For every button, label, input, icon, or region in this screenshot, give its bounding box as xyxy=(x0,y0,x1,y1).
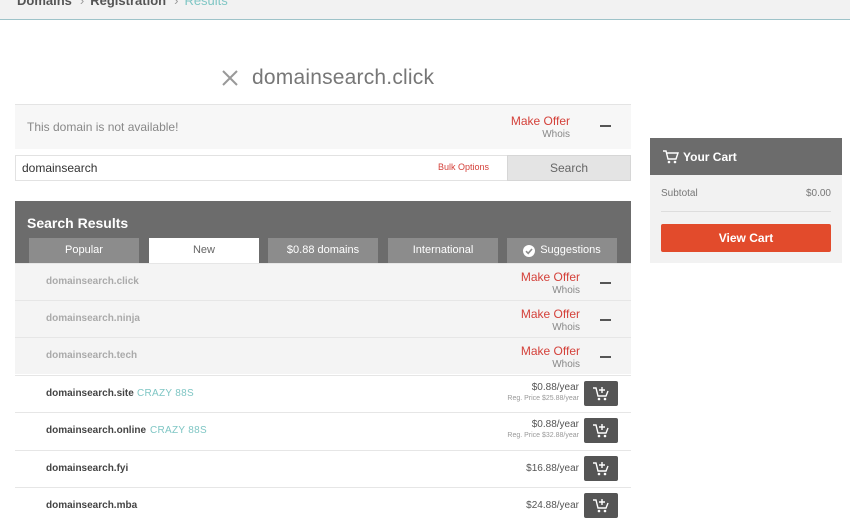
search-heading: domainsearch.click xyxy=(220,64,434,92)
add-to-cart-button[interactable] xyxy=(584,493,618,518)
offer-box: Make Offer Whois xyxy=(521,270,580,296)
collapse-icon[interactable] xyxy=(600,356,611,358)
cart-header: Your Cart xyxy=(650,138,842,175)
results-header: Search Results Popular New $0.88 domains… xyxy=(15,201,631,263)
domain-name: domainsearch.click xyxy=(46,276,139,287)
domain-name: domainsearch.online xyxy=(46,425,147,436)
availability-message: This domain is not available! xyxy=(27,120,179,134)
bulk-options-link[interactable]: Bulk Options xyxy=(438,162,489,172)
price-box: $0.88/year Reg. Price $32.88/year xyxy=(507,419,579,439)
close-icon[interactable] xyxy=(220,68,240,88)
collapse-icon[interactable] xyxy=(600,282,611,284)
price-box: $0.88/year Reg. Price $25.88/year xyxy=(507,382,579,402)
price: $16.88/year xyxy=(526,463,579,474)
domain-name: domainsearch.fyi xyxy=(46,463,129,474)
tab-label: Popular xyxy=(65,244,103,256)
collapse-icon[interactable] xyxy=(600,125,611,127)
search-input[interactable] xyxy=(16,156,436,180)
results-title: Search Results xyxy=(27,215,129,231)
cart-icon xyxy=(663,150,679,164)
result-row: domainsearch.site CRAZY 88S $0.88/year R… xyxy=(15,375,631,412)
breadcrumb-separator: › xyxy=(79,0,85,8)
whois-link[interactable]: Whois xyxy=(521,285,580,296)
make-offer-link[interactable]: Make Offer xyxy=(521,270,580,284)
result-row: domainsearch.mba $24.88/year xyxy=(15,487,631,524)
top-bar: Domains › Registration › Results xyxy=(0,0,850,20)
collapse-icon[interactable] xyxy=(600,319,611,321)
tab-new[interactable]: New xyxy=(149,238,259,263)
search-results-panel: Search Results Popular New $0.88 domains… xyxy=(15,201,631,519)
domain-name: domainsearch.site xyxy=(46,388,134,399)
add-to-cart-button[interactable] xyxy=(584,418,618,443)
domain-name: domainsearch.mba xyxy=(46,500,138,511)
result-row: domainsearch.fyi $16.88/year xyxy=(15,450,631,487)
price: $0.88/year xyxy=(531,419,579,430)
tab-label: $0.88 domains xyxy=(286,244,360,256)
breadcrumb: Domains › Registration › Results xyxy=(17,0,228,8)
tab-label: New xyxy=(192,244,215,256)
promo-tag: CRAZY 88S xyxy=(137,388,194,399)
offer-box: Make Offer Whois xyxy=(521,344,580,370)
make-offer-link[interactable]: Make Offer xyxy=(521,307,580,321)
result-row: domainsearch.online CRAZY 88S $0.88/year… xyxy=(15,412,631,449)
whois-link[interactable]: Whois xyxy=(521,322,580,333)
tab-popular[interactable]: Popular xyxy=(29,238,139,263)
add-to-cart-icon xyxy=(593,461,609,475)
tab-label: International xyxy=(412,244,474,256)
make-offer-link[interactable]: Make Offer xyxy=(521,344,580,358)
breadcrumb-registration[interactable]: Registration xyxy=(90,0,166,8)
price-box: $16.88/year xyxy=(526,463,579,474)
divider xyxy=(661,211,831,212)
add-to-cart-icon xyxy=(593,423,609,437)
check-circle-icon xyxy=(523,244,536,257)
breadcrumb-separator: › xyxy=(174,0,179,8)
offer-box: Make Offer Whois xyxy=(521,307,580,333)
result-row: domainsearch.click Make Offer Whois xyxy=(15,263,631,300)
page-title: domainsearch.click xyxy=(252,66,435,89)
tab-international[interactable]: International xyxy=(388,238,498,263)
tab-suggestions[interactable]: Suggestions xyxy=(507,238,617,263)
offer-box: Make Offer Whois xyxy=(511,114,570,140)
search-button[interactable]: Search xyxy=(507,155,631,181)
tab-label: Suggestions xyxy=(540,244,601,256)
cart-title: Your Cart xyxy=(683,149,737,164)
promo-tag: CRAZY 88S xyxy=(150,425,207,436)
regular-price: Reg. Price $32.88/year xyxy=(507,432,579,439)
subtotal-value: $0.00 xyxy=(805,188,831,199)
subtotal-label: Subtotal xyxy=(661,188,698,199)
search-bar: Bulk Options Search xyxy=(15,155,631,181)
make-offer-link[interactable]: Make Offer xyxy=(511,114,570,128)
result-row: domainsearch.tech Make Offer Whois xyxy=(15,337,631,374)
price-box: $24.88/year xyxy=(526,500,579,511)
whois-link[interactable]: Whois xyxy=(521,359,580,370)
domain-name: domainsearch.ninja xyxy=(46,313,140,324)
add-to-cart-icon xyxy=(593,498,609,512)
breadcrumb-results: Results xyxy=(184,0,228,8)
whois-link[interactable]: Whois xyxy=(511,129,570,140)
add-to-cart-button[interactable] xyxy=(584,381,618,406)
availability-row: This domain is not available! Make Offer… xyxy=(15,105,631,149)
tab-088-domains[interactable]: $0.88 domains xyxy=(268,238,378,263)
result-row: domainsearch.ninja Make Offer Whois xyxy=(15,300,631,337)
domain-name: domainsearch.tech xyxy=(46,350,138,361)
price: $24.88/year xyxy=(526,500,579,511)
view-cart-button[interactable]: View Cart xyxy=(661,224,831,252)
add-to-cart-button[interactable] xyxy=(584,456,618,481)
cart-panel: Your Cart Subtotal $0.00 View Cart xyxy=(650,138,842,263)
breadcrumb-domains[interactable]: Domains xyxy=(17,0,72,8)
regular-price: Reg. Price $25.88/year xyxy=(507,395,579,402)
add-to-cart-icon xyxy=(593,386,609,400)
price: $0.88/year xyxy=(531,382,579,393)
